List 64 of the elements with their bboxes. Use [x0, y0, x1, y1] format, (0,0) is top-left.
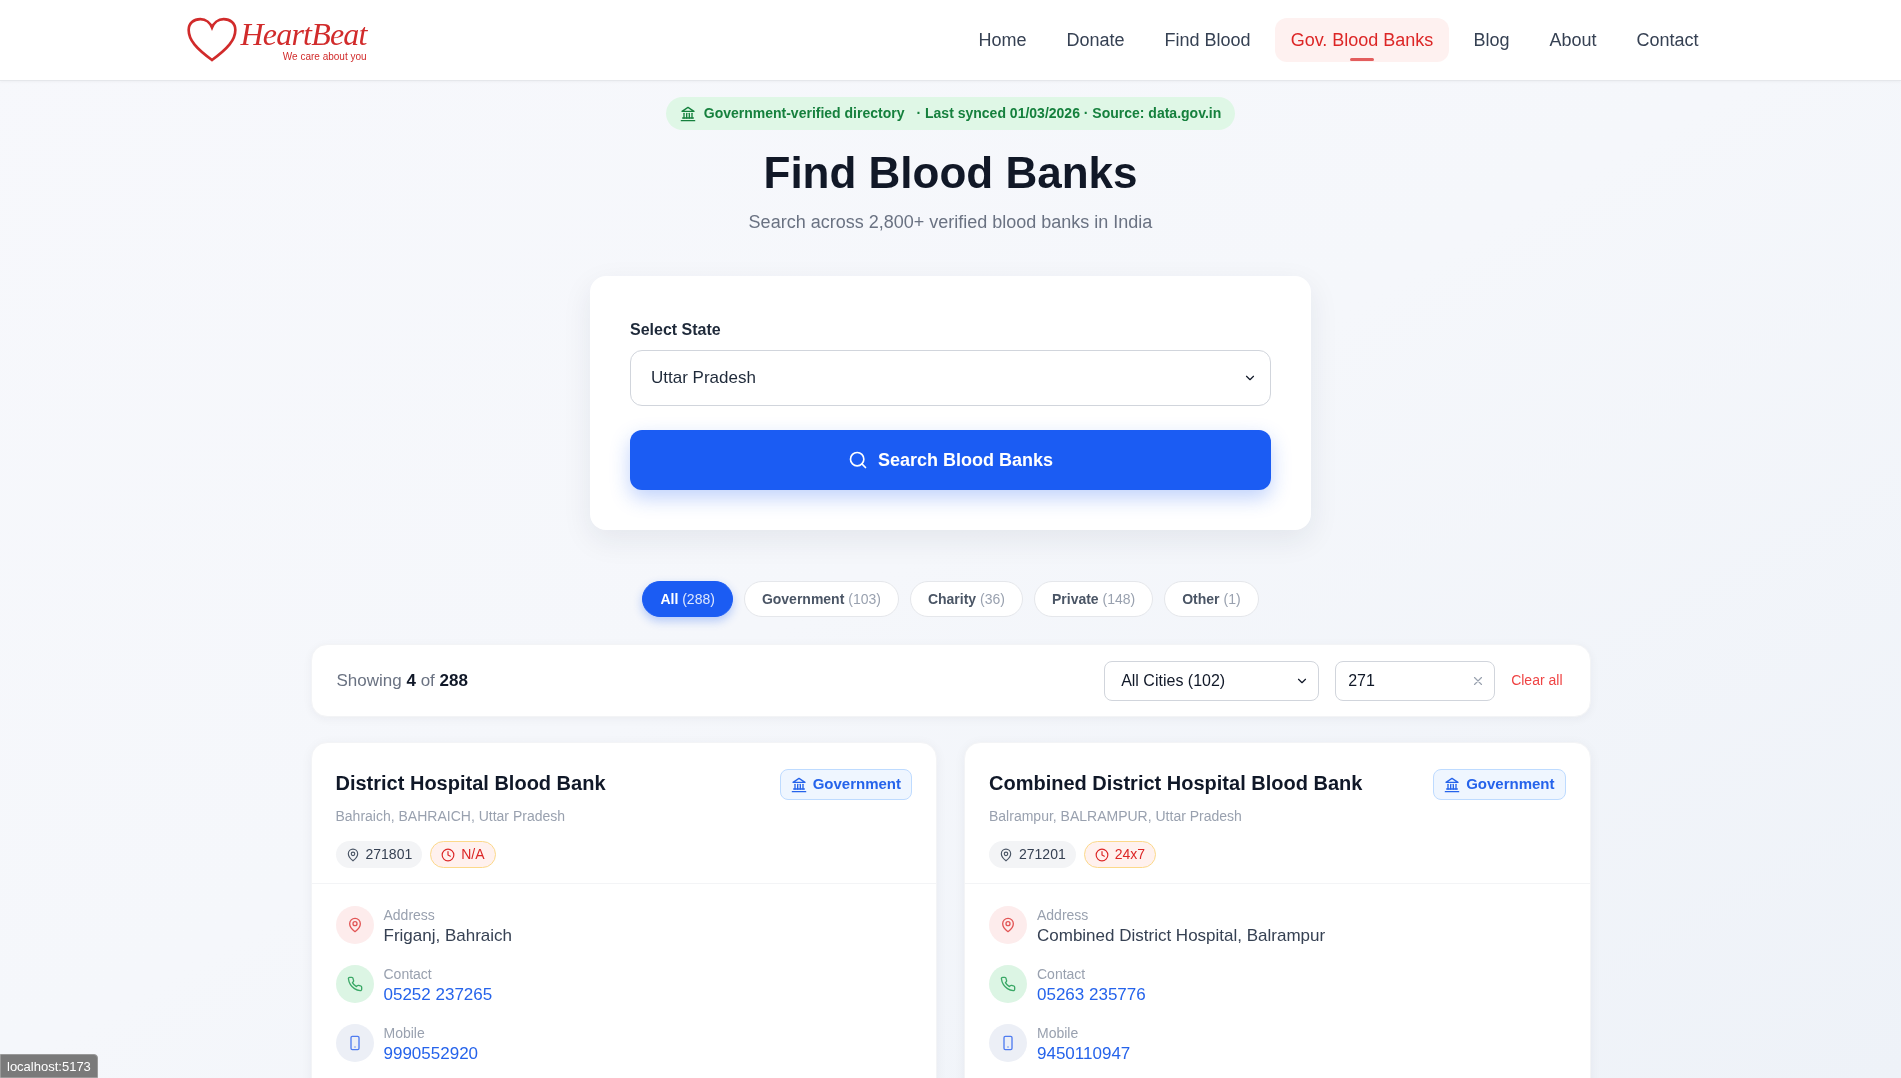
clear-all-link[interactable]: Clear all — [1511, 670, 1563, 691]
city-select[interactable]: All Cities (102) — [1104, 660, 1320, 701]
map-pin-icon — [345, 847, 360, 862]
bank-icon — [679, 105, 696, 122]
nav-link[interactable]: Gov. Blood Banks — [1274, 18, 1450, 62]
nav-link[interactable]: Find Blood — [1148, 18, 1267, 62]
hours-text: N/A — [461, 845, 485, 864]
state-select[interactable]: Uttar Pradesh — [630, 350, 1271, 406]
field-label: Mobile — [1037, 1024, 1080, 1042]
hours-text: 24x7 — [1114, 845, 1146, 864]
filter-chip[interactable]: Government (103) — [743, 581, 899, 617]
bank-name: District Hospital Blood Bank — [335, 771, 606, 796]
address-text: Combined District Hospital, Balrampur — [1037, 925, 1326, 947]
page-title: Find Blood Banks — [763, 148, 1138, 198]
filter-chip[interactable]: All (288) — [642, 581, 733, 617]
logo-text: HeartBeat — [240, 17, 367, 51]
search-button[interactable]: Search Blood Banks — [630, 430, 1271, 490]
bank-icon — [1444, 776, 1461, 793]
nav-link[interactable]: Donate — [1050, 18, 1141, 62]
filter-chip[interactable]: Charity (36) — [909, 581, 1023, 617]
field-label: Mobile — [383, 1024, 426, 1042]
search-icon — [847, 450, 868, 470]
category-label: Government — [812, 774, 901, 795]
field-label: Select State — [630, 320, 722, 340]
pincode-text: 271201 — [1019, 845, 1066, 864]
bank-icon — [790, 776, 807, 793]
map-pin-icon — [335, 906, 374, 944]
active-underline — [1350, 58, 1374, 61]
page-subtitle: Search across 2,800+ verified blood banks in India — [748, 211, 1153, 234]
phone-link[interactable]: 05252 237265 — [383, 983, 493, 1007]
nav-link[interactable]: Home — [962, 18, 1043, 62]
heart-icon — [186, 17, 237, 63]
smartphone-icon — [989, 1024, 1027, 1062]
bank-name: Combined District Hospital Blood Bank — [989, 771, 1363, 796]
clock-icon — [441, 847, 456, 862]
phone-icon — [335, 965, 374, 1003]
clock-icon — [1094, 847, 1109, 862]
map-pin-icon — [999, 847, 1013, 862]
field-label: Address — [383, 906, 436, 924]
field-label: Address — [1037, 906, 1090, 924]
phone-link[interactable]: 05263 235776 — [1037, 983, 1146, 1007]
address-text: Friganj, Bahraich — [383, 925, 512, 947]
badge-text: · Last synced 01/03/2026 · Source: data.gov.in — [916, 104, 1222, 123]
filter-chip[interactable]: Private (148) — [1033, 581, 1154, 617]
map-pin-icon — [989, 906, 1027, 944]
category-label: Government — [1466, 774, 1555, 795]
pincode-field[interactable]: 271 — [1335, 660, 1496, 701]
filter-chip[interactable]: Other (1) — [1164, 581, 1259, 617]
nav-link[interactable]: Blog — [1457, 18, 1526, 62]
nav-link[interactable]: About — [1533, 18, 1613, 62]
smartphone-icon — [335, 1024, 374, 1062]
phone-link[interactable]: 9450110947 — [1037, 1042, 1131, 1066]
phone-icon — [989, 965, 1027, 1003]
phone-link[interactable]: 9990552920 — [383, 1042, 479, 1066]
status-url: localhost:5173 — [0, 1054, 98, 1078]
pincode-text: 271801 — [365, 845, 413, 864]
badge-text: Government-verified directory — [703, 104, 905, 123]
logo-tagline: We care about you — [282, 51, 367, 63]
results-count: Showing 4 of 288 — [336, 669, 468, 692]
bank-location: Balrampur, BALRAMPUR, Uttar Pradesh — [989, 807, 1243, 826]
field-label: Contact — [1037, 965, 1087, 983]
bank-location: Bahraich, BAHRAICH, Uttar Pradesh — [335, 807, 567, 826]
nav-link[interactable]: Contact — [1620, 18, 1715, 62]
field-label: Contact — [383, 965, 433, 983]
